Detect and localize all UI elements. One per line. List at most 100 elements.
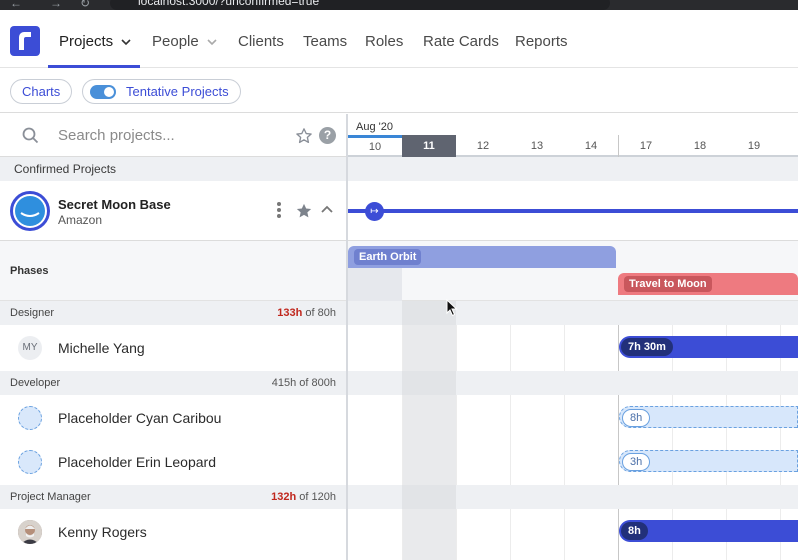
search-icon	[22, 127, 39, 144]
avatar: MY	[18, 336, 42, 360]
chevron-up-icon[interactable]	[321, 205, 333, 215]
phase-label: Travel to Moon	[624, 276, 712, 292]
person-row[interactable]: Placeholder Erin Leopard	[0, 439, 346, 485]
assignment-bar[interactable]: 7h 30m	[619, 336, 798, 358]
filter-bar: Charts Tentative Projects	[0, 68, 798, 113]
project-client: Amazon	[58, 213, 103, 227]
app-logo[interactable]	[10, 26, 40, 56]
person-photo-icon	[18, 520, 42, 544]
nav-teams[interactable]: Teams	[303, 33, 347, 50]
person-row[interactable]: MY Michelle Yang	[0, 325, 346, 371]
role-hours: 415h of 800h	[271, 377, 336, 389]
day-column[interactable]: 13	[510, 135, 564, 157]
charts-button[interactable]: Charts	[10, 79, 73, 104]
selected-day-shade	[402, 301, 456, 560]
nav-people-label: People	[152, 33, 199, 50]
role-timeline-bar	[348, 301, 798, 325]
day-column[interactable]: 11	[402, 135, 456, 157]
search-row: ?	[0, 114, 346, 157]
client-logo	[10, 191, 50, 231]
tentative-projects-toggle[interactable]: Tentative Projects	[82, 79, 241, 104]
timeline-header: Aug '20 10 11 12 13 14 17 18 19	[348, 114, 798, 157]
address-bar[interactable]: localhost:3000/?unconfirmed=true	[110, 0, 610, 10]
project-start-icon[interactable]: ↦	[365, 202, 384, 221]
chevron-down-icon	[121, 39, 131, 46]
grid-line	[456, 301, 457, 560]
person-name[interactable]: Placeholder Cyan Caribou	[58, 410, 221, 426]
star-outline-icon[interactable]	[295, 127, 313, 145]
back-icon[interactable]: ←	[10, 0, 22, 10]
toggle-switch[interactable]	[90, 85, 116, 99]
assignment-hours: 8h	[621, 522, 648, 540]
assignment-hours: 7h 30m	[621, 338, 673, 356]
assignment-grid: 7h 30m 8h 3h 8h	[348, 301, 798, 560]
role-name: Designer	[10, 307, 55, 319]
person-row[interactable]: Placeholder Cyan Caribou	[0, 395, 346, 441]
browser-toolbar: ← → ↻ localhost:3000/?unconfirmed=true	[0, 0, 798, 10]
star-filled-icon[interactable]	[295, 202, 313, 220]
role-hours: 133h of 80h	[277, 307, 336, 319]
placeholder-avatar	[18, 450, 42, 474]
project-name[interactable]: Secret Moon Base	[58, 197, 171, 212]
help-icon[interactable]: ?	[319, 127, 336, 144]
nav-reports[interactable]: Reports	[515, 33, 568, 50]
avatar	[18, 520, 42, 544]
more-options-icon[interactable]	[277, 202, 281, 220]
role-timeline-bar	[348, 371, 798, 395]
person-name[interactable]: Michelle Yang	[58, 340, 145, 356]
search-input[interactable]	[58, 125, 278, 145]
phases-label: Phases	[10, 265, 49, 277]
nav-rate-cards[interactable]: Rate Cards	[423, 33, 499, 50]
project-timeline-row: ↦	[348, 181, 798, 241]
grid-line	[564, 301, 565, 560]
role-timeline-bar	[348, 485, 798, 509]
forward-icon[interactable]: →	[50, 0, 62, 10]
past-day-shade	[348, 268, 402, 301]
project-duration-bar[interactable]	[348, 209, 798, 213]
day-column[interactable]: 19	[727, 135, 781, 157]
timeline: Aug '20 10 11 12 13 14 17 18 19 ↦ Earth …	[348, 114, 798, 560]
week-grid-line	[618, 301, 619, 560]
nav-people[interactable]: People	[152, 33, 217, 50]
day-column[interactable]: 14	[564, 135, 618, 157]
role-hours: 132h of 120h	[271, 491, 336, 503]
top-navigation: Projects People Clients Teams Roles Rate…	[0, 10, 798, 68]
phase-label: Earth Orbit	[354, 249, 422, 265]
phases-timeline: Earth Orbit Travel to Moon	[348, 241, 798, 301]
nav-roles[interactable]: Roles	[365, 33, 403, 50]
person-name[interactable]: Placeholder Erin Leopard	[58, 454, 216, 470]
confirmed-projects-header: Confirmed Projects	[0, 157, 346, 181]
mouse-cursor-icon	[446, 299, 458, 317]
phases-row: Phases	[0, 241, 346, 301]
day-column[interactable]: 10	[348, 135, 402, 157]
day-column[interactable]: 12	[456, 135, 510, 157]
day-column[interactable]: 17	[619, 135, 673, 157]
assignment-hours: 3h	[622, 453, 651, 471]
chevron-down-icon	[207, 39, 217, 46]
placeholder-avatar	[18, 406, 42, 430]
role-header-project-manager: Project Manager 132h of 120h	[0, 485, 346, 509]
phase-bar-travel-to-moon[interactable]: Travel to Moon	[618, 273, 798, 295]
phase-bar-earth-orbit[interactable]: Earth Orbit	[348, 246, 616, 268]
role-header-designer: Designer 133h of 80h	[0, 301, 346, 325]
reload-icon[interactable]: ↻	[80, 0, 90, 10]
person-row[interactable]: Kenny Rogers	[0, 509, 346, 555]
role-header-developer: Developer 415h of 800h	[0, 371, 346, 395]
project-sidebar: ? Confirmed Projects Secret Moon Base Am…	[0, 114, 348, 560]
nav-projects[interactable]: Projects	[59, 33, 131, 50]
person-name[interactable]: Kenny Rogers	[58, 524, 147, 540]
assignment-hours: 8h	[622, 409, 651, 427]
tentative-assignment-bar[interactable]: 3h	[619, 450, 798, 472]
grid-line	[510, 301, 511, 560]
assignment-bar[interactable]: 8h	[619, 520, 798, 542]
month-label: Aug '20	[356, 121, 393, 133]
nav-clients[interactable]: Clients	[238, 33, 284, 50]
amazon-smile-icon	[20, 212, 40, 217]
project-row[interactable]: Secret Moon Base Amazon	[0, 181, 346, 241]
day-column[interactable]: 18	[673, 135, 727, 157]
timeline-section-bar	[348, 157, 798, 181]
tentative-assignment-bar[interactable]: 8h	[619, 406, 798, 428]
grid-line	[402, 301, 403, 560]
role-name: Project Manager	[10, 491, 91, 503]
tentative-projects-label: Tentative Projects	[126, 84, 229, 99]
